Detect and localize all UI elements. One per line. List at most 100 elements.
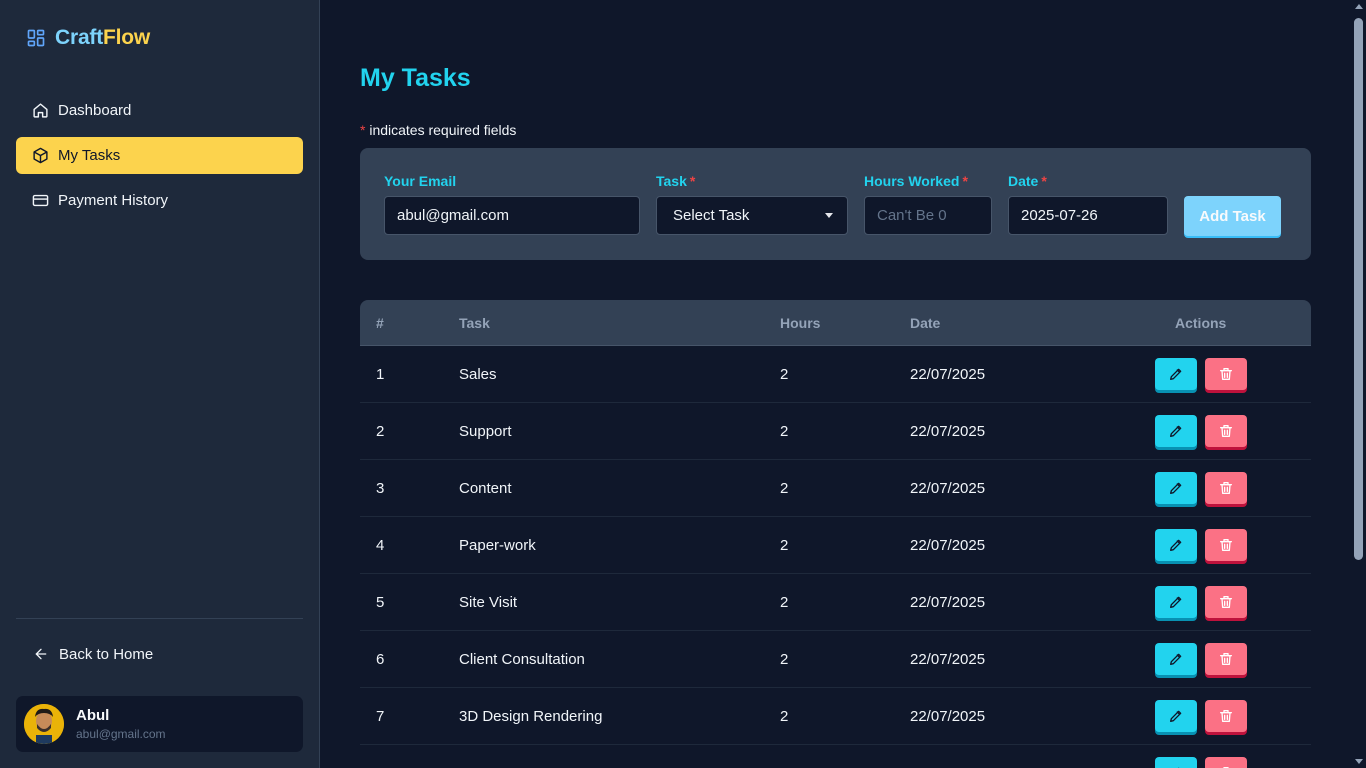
cell-date: 22/07/2025 bbox=[910, 651, 986, 668]
delete-button[interactable] bbox=[1205, 700, 1247, 732]
cell-hours: 2 bbox=[780, 651, 789, 668]
table-row: 5 Site Visit 2 22/07/2025 bbox=[360, 574, 1311, 631]
avatar bbox=[24, 704, 64, 744]
trash-icon bbox=[1220, 425, 1232, 437]
add-task-button[interactable]: Add Task bbox=[1184, 196, 1281, 236]
trash-icon bbox=[1220, 539, 1232, 551]
trash-icon bbox=[1220, 482, 1232, 494]
cell-hours: 2 bbox=[780, 537, 789, 554]
date-value: 2025-07-26 bbox=[1021, 207, 1098, 224]
delete-button[interactable] bbox=[1205, 358, 1247, 390]
cell-number: 2 bbox=[376, 423, 385, 440]
cell-task: Site Visit bbox=[459, 594, 518, 611]
hours-placeholder: Can't Be 0 bbox=[877, 207, 947, 224]
cube-icon bbox=[33, 147, 48, 164]
brand-name-part2: Flow bbox=[103, 26, 151, 49]
cell-task: Client Consultation bbox=[459, 651, 585, 668]
required-star: * bbox=[689, 173, 696, 189]
cell-number: 3 bbox=[376, 480, 385, 497]
pencil-icon bbox=[1170, 539, 1182, 551]
edit-button[interactable] bbox=[1155, 472, 1197, 504]
sidebar: CraftFlow Dashboard My Tasks Payment His… bbox=[0, 0, 320, 768]
scrollbar-thumb[interactable] bbox=[1354, 18, 1363, 560]
edit-button[interactable] bbox=[1155, 415, 1197, 447]
hours-label-text: Hours Worked bbox=[864, 173, 960, 189]
task-label-text: Task bbox=[656, 173, 687, 189]
task-select-value: Select Task bbox=[673, 207, 750, 224]
table-row: 7 3D Design Rendering 2 22/07/2025 bbox=[360, 688, 1311, 745]
page-scrollbar[interactable] bbox=[1352, 0, 1366, 768]
table-row: 3 Content 2 22/07/2025 bbox=[360, 460, 1311, 517]
brand-name-part1: Craft bbox=[55, 26, 104, 49]
arrow-left-icon bbox=[35, 648, 47, 660]
credit-card-icon bbox=[32, 194, 49, 207]
tasks-table: # Task Hours Date Actions 1 Sales 2 22/07/2… bbox=[360, 300, 1311, 768]
sidebar-item-dashboard[interactable]: Dashboard bbox=[16, 92, 303, 129]
sidebar-item-label: Payment History bbox=[58, 192, 169, 209]
sidebar-nav: Dashboard My Tasks Payment History bbox=[16, 92, 303, 227]
email-field[interactable]: abul@gmail.com bbox=[384, 196, 640, 235]
cell-hours: 2 bbox=[780, 423, 789, 440]
pencil-icon bbox=[1170, 482, 1182, 494]
user-info: Abul abul@gmail.com bbox=[76, 707, 166, 741]
pencil-icon bbox=[1170, 653, 1182, 665]
brand-logo[interactable]: CraftFlow bbox=[26, 26, 150, 50]
table-row-partial bbox=[360, 745, 1311, 768]
edit-button[interactable] bbox=[1155, 586, 1197, 618]
home-icon bbox=[33, 103, 48, 118]
hours-worked-field[interactable]: Can't Be 0 bbox=[864, 196, 992, 235]
trash-icon bbox=[1220, 596, 1232, 608]
cell-number: 5 bbox=[376, 594, 385, 611]
pencil-icon bbox=[1170, 710, 1182, 722]
trash-icon bbox=[1220, 653, 1232, 665]
cell-task: Paper-work bbox=[459, 537, 536, 554]
user-email: abul@gmail.com bbox=[76, 727, 166, 741]
date-field[interactable]: 2025-07-26 bbox=[1008, 196, 1168, 235]
back-to-home-link[interactable]: Back to Home bbox=[16, 636, 303, 672]
cell-date: 22/07/2025 bbox=[910, 594, 986, 611]
cell-number: 6 bbox=[376, 651, 385, 668]
table-body: 1 Sales 2 22/07/2025 2 Support 2 22/07/2025 3 Con… bbox=[360, 346, 1311, 768]
cell-task: Support bbox=[459, 423, 512, 440]
sidebar-item-label: My Tasks bbox=[58, 147, 121, 164]
date-label-text: Date bbox=[1008, 173, 1039, 189]
pencil-icon bbox=[1170, 596, 1182, 608]
edit-button[interactable] bbox=[1155, 643, 1197, 675]
cell-number: 1 bbox=[376, 366, 385, 383]
cell-hours: 2 bbox=[780, 708, 789, 725]
task-select[interactable]: Select Task bbox=[656, 196, 848, 235]
table-row: 6 Client Consultation 2 22/07/2025 bbox=[360, 631, 1311, 688]
cell-date: 22/07/2025 bbox=[910, 537, 986, 554]
sidebar-divider bbox=[16, 618, 303, 619]
cell-hours: 2 bbox=[780, 480, 789, 497]
delete-button[interactable] bbox=[1205, 415, 1247, 447]
delete-button[interactable] bbox=[1205, 757, 1247, 768]
cell-task: 3D Design Rendering bbox=[459, 708, 603, 725]
delete-button[interactable] bbox=[1205, 529, 1247, 561]
edit-button[interactable] bbox=[1155, 358, 1197, 390]
main-content: My Tasks * indicates required fields You… bbox=[320, 0, 1352, 768]
email-label: Your Email bbox=[384, 173, 456, 189]
date-label: Date * bbox=[1008, 173, 1047, 189]
edit-button[interactable] bbox=[1155, 700, 1197, 732]
edit-button[interactable] bbox=[1155, 757, 1197, 768]
cell-task: Sales bbox=[459, 366, 497, 383]
cell-date: 22/07/2025 bbox=[910, 480, 986, 497]
cell-task: Content bbox=[459, 480, 512, 497]
delete-button[interactable] bbox=[1205, 643, 1247, 675]
user-profile-card[interactable]: Abul abul@gmail.com bbox=[16, 696, 303, 752]
sidebar-item-payment-history[interactable]: Payment History bbox=[16, 182, 303, 219]
cell-hours: 2 bbox=[780, 594, 789, 611]
table-row: 2 Support 2 22/07/2025 bbox=[360, 403, 1311, 460]
pencil-icon bbox=[1170, 368, 1182, 380]
scroll-up-arrow-icon[interactable] bbox=[1355, 4, 1363, 9]
delete-button[interactable] bbox=[1205, 472, 1247, 504]
column-header-actions: Actions bbox=[1175, 315, 1227, 331]
scroll-down-arrow-icon[interactable] bbox=[1355, 759, 1363, 764]
brand-name: CraftFlow bbox=[55, 26, 150, 50]
cell-date: 22/07/2025 bbox=[910, 366, 986, 383]
sidebar-item-my-tasks[interactable]: My Tasks bbox=[16, 137, 303, 174]
edit-button[interactable] bbox=[1155, 529, 1197, 561]
table-row: 4 Paper-work 2 22/07/2025 bbox=[360, 517, 1311, 574]
delete-button[interactable] bbox=[1205, 586, 1247, 618]
